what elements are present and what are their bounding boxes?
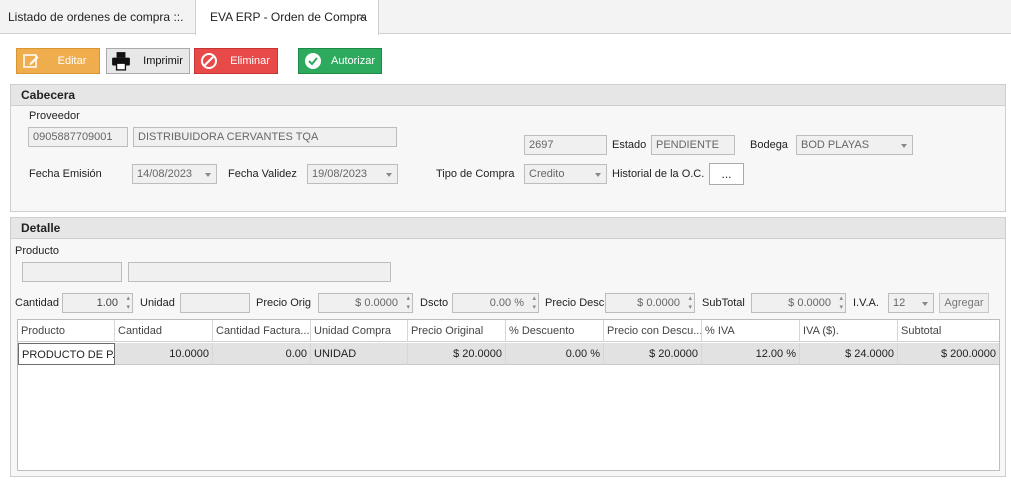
- edit-button[interactable]: Editar: [16, 48, 100, 74]
- fecha-validez-picker[interactable]: 19/08/2023: [307, 164, 398, 184]
- cell-unidad-compra[interactable]: UNIDAD: [311, 343, 408, 365]
- delete-label: Eliminar: [230, 55, 270, 67]
- col-iva-amount[interactable]: IVA ($).: [800, 320, 898, 342]
- cell-subtotal[interactable]: $ 200.0000: [898, 343, 999, 365]
- table-row[interactable]: PRODUCTO DE P... 10.0000 0.00 UNIDAD $ 2…: [18, 343, 999, 365]
- prohibited-icon: [201, 53, 217, 69]
- proveedor-name-field[interactable]: DISTRIBUIDORA CERVANTES TQA: [133, 127, 397, 147]
- producto-label: Producto: [15, 245, 60, 257]
- estado-field[interactable]: PENDIENTE: [651, 135, 735, 155]
- check-circle-icon: [305, 53, 321, 69]
- tipo-compra-label: Tipo de Compra: [436, 168, 515, 180]
- cell-iva-pct[interactable]: 12.00 %: [702, 343, 800, 365]
- tab-listado-ordenes[interactable]: Listado de ordenes de compra ::.: [0, 0, 195, 34]
- print-label: Imprimir: [143, 55, 183, 67]
- col-subtotal[interactable]: Subtotal: [898, 320, 999, 342]
- cell-cantidad-facturada[interactable]: 0.00: [213, 343, 311, 365]
- unidad-input[interactable]: [180, 293, 250, 313]
- bodega-dropdown[interactable]: BOD PLAYAS: [796, 135, 913, 155]
- col-unidad-compra[interactable]: Unidad Compra: [311, 320, 408, 342]
- dscto-label: Dscto: [420, 297, 449, 309]
- tab-label: EVA ERP - Orden de Compra: [210, 10, 367, 24]
- dscto-input[interactable]: 0.00 %: [452, 293, 539, 313]
- unidad-label: Unidad: [140, 297, 175, 309]
- col-cantidad-facturada[interactable]: Cantidad Factura...: [213, 320, 311, 342]
- col-producto[interactable]: Producto: [18, 320, 115, 342]
- authorize-button[interactable]: Autorizar: [298, 48, 382, 74]
- historial-label: Historial de la O.C.: [612, 168, 705, 180]
- subtotal-input[interactable]: $ 0.0000: [751, 293, 846, 313]
- iva-label: I.V.A.: [853, 297, 879, 309]
- bodega-label: Bodega: [750, 139, 788, 151]
- proveedor-label: Proveedor: [29, 110, 80, 122]
- printer-icon: [112, 52, 130, 71]
- grid-header: Producto Cantidad Cantidad Factura... Un…: [18, 320, 999, 342]
- col-precio-original[interactable]: Precio Original: [408, 320, 506, 342]
- col-iva-pct[interactable]: % IVA: [702, 320, 800, 342]
- fecha-emision-picker[interactable]: 14/08/2023: [132, 164, 217, 184]
- precio-orig-input[interactable]: $ 0.0000: [318, 293, 413, 313]
- proveedor-ruc-field[interactable]: 0905887709001: [28, 127, 128, 147]
- tab-orden-compra[interactable]: EVA ERP - Orden de Compra ×: [195, 0, 379, 35]
- cantidad-input[interactable]: 1.00: [62, 293, 133, 313]
- edit-label: Editar: [57, 55, 87, 67]
- detalle-grid: Producto Cantidad Cantidad Factura... Un…: [17, 319, 1000, 471]
- fecha-emision-label: Fecha Emisión: [29, 168, 102, 180]
- order-number-field[interactable]: 2697: [524, 135, 607, 155]
- close-icon[interactable]: ×: [358, 0, 366, 34]
- cell-precio-original[interactable]: $ 20.0000: [408, 343, 506, 365]
- fecha-validez-label: Fecha Validez: [228, 168, 297, 180]
- tab-bar: Listado de ordenes de compra ::. EVA ERP…: [0, 0, 1011, 35]
- delete-button[interactable]: Eliminar: [194, 48, 278, 74]
- col-precio-descuento[interactable]: Precio con Descu...: [604, 320, 702, 342]
- producto-name-field[interactable]: [128, 262, 391, 282]
- agregar-button[interactable]: Agregar: [939, 293, 989, 313]
- precio-desc-input[interactable]: $ 0.0000: [605, 293, 695, 313]
- detalle-title: Detalle: [11, 218, 1005, 239]
- col-cantidad[interactable]: Cantidad: [115, 320, 213, 342]
- tipo-compra-dropdown[interactable]: Credito: [524, 164, 607, 184]
- cabecera-title: Cabecera: [11, 85, 1005, 106]
- estado-label: Estado: [612, 139, 647, 151]
- cantidad-label: Cantidad: [15, 297, 60, 309]
- iva-dropdown[interactable]: 12: [888, 293, 934, 313]
- precio-orig-label: Precio Orig: [256, 297, 312, 309]
- historial-button[interactable]: ...: [709, 163, 744, 185]
- edit-icon: [23, 54, 39, 68]
- producto-code-field[interactable]: [22, 262, 122, 282]
- cell-iva-amount[interactable]: $ 24.0000: [800, 343, 898, 365]
- subtotal-label: SubTotal: [702, 297, 745, 309]
- print-button[interactable]: Imprimir: [106, 48, 190, 74]
- col-descuento[interactable]: % Descuento: [506, 320, 604, 342]
- cell-cantidad[interactable]: 10.0000: [115, 343, 213, 365]
- cell-precio-descuento[interactable]: $ 20.0000: [604, 343, 702, 365]
- cell-descuento[interactable]: 0.00 %: [506, 343, 604, 365]
- cell-producto[interactable]: PRODUCTO DE P...: [18, 343, 115, 365]
- precio-desc-label: Precio Desc: [545, 297, 605, 309]
- authorize-label: Autorizar: [330, 55, 376, 67]
